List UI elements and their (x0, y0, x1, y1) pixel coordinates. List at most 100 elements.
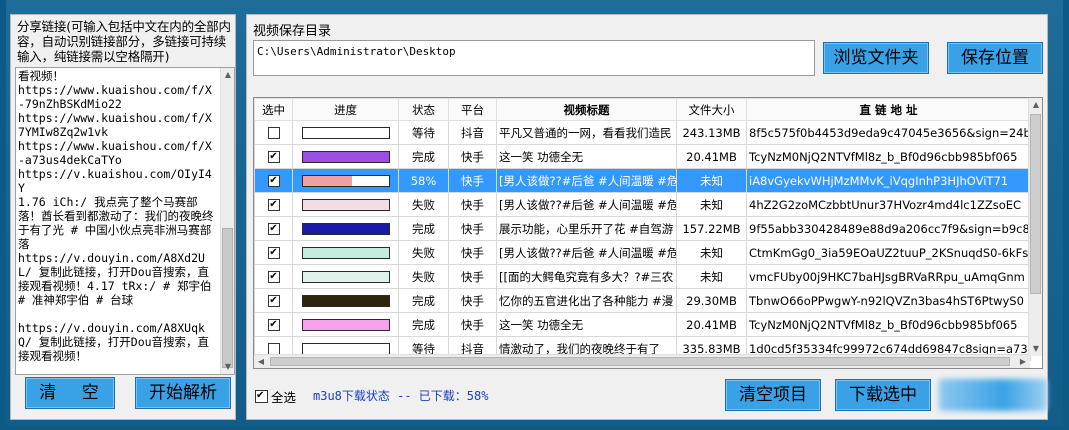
row-size: 29.30MB (676, 288, 747, 313)
share-link-panel: 分享链接(可输入包括中文在内的全部内容，自动识别链接部分，多链接可持续输入，纯链… (10, 14, 236, 420)
checkbox-checked-icon[interactable]: ✔ (267, 247, 280, 259)
progress-bar (301, 247, 390, 259)
scroll-thumb[interactable] (270, 357, 1010, 366)
scroll-down-icon[interactable]: ▼ (221, 360, 234, 374)
table-horizontal-scrollbar[interactable]: ◀ ▶ (254, 354, 1030, 368)
row-select-cell[interactable] (254, 120, 293, 145)
download-panel: 视频保存目录 C:\Users\Administrator\Desktop 浏览… (246, 14, 1048, 420)
browse-folder-button[interactable]: 浏览文件夹 (823, 42, 929, 74)
table-row[interactable]: ✔ 完成 快手 忆你的五官进化出了各种能力 #漫 29.30MB TbnwO66oPPwg… (254, 288, 1031, 313)
table-row[interactable]: ✔ 完成 快手 这一笑 功德全无 20.41MB TcyNzM0NjQ2NTVfMl8z_… (254, 144, 1031, 169)
row-progress-cell (292, 288, 399, 313)
row-size: 243.13MB (676, 120, 747, 145)
table-row[interactable]: ✔ 58% 快手 [男人该做??#后爸 #人间温暖 #危 未知 iA8vGyekvWHjM… (254, 168, 1031, 193)
row-title: [男人该做??#后爸 #人间温暖 #危 (496, 192, 677, 217)
row-progress-cell (292, 192, 399, 217)
table-row[interactable]: ✔ 完成 快手 展示功能，心里乐开了花 #自驾游 157.22MB 9f55abb3304… (254, 216, 1031, 241)
share-link-scrollbar[interactable]: ▲ ▼ (220, 68, 234, 374)
row-title: [[面的大鳄龟究竟有多大？?#三农 (496, 264, 677, 289)
table-row[interactable]: ✔ 失败 快手 [男人该做??#后爸 #人间温暖 #危 未知 4hZ2G2zoMCzbbt… (254, 192, 1031, 217)
scroll-down-icon[interactable]: ▼ (1029, 342, 1042, 356)
progress-fill (302, 320, 389, 330)
col-header-url[interactable]: 直 链 地 址 (746, 98, 1031, 121)
scroll-up-icon[interactable]: ▲ (1029, 98, 1042, 112)
row-platform: 快手 (448, 240, 497, 265)
row-progress-cell (292, 312, 399, 337)
row-select-cell[interactable]: ✔ (254, 192, 293, 217)
row-status: 完成 (398, 144, 449, 169)
progress-bar (301, 151, 390, 163)
clear-button[interactable]: 清 空 (25, 377, 115, 409)
row-title: [男人该做??#后爸 #人间温暖 #危 (496, 240, 677, 265)
clear-items-button[interactable]: 清空项目 (725, 379, 821, 411)
row-select-cell[interactable]: ✔ (254, 168, 293, 193)
start-parse-button[interactable]: 开始解析 (135, 377, 231, 409)
row-select-cell[interactable]: ✔ (254, 288, 293, 313)
checkbox-checked-icon[interactable]: ✔ (267, 223, 280, 235)
row-status: 失败 (398, 264, 449, 289)
select-all-label: 全选 (271, 390, 297, 405)
table-vertical-scrollbar[interactable]: ▲ ▼ (1028, 98, 1042, 356)
download-selected-button[interactable]: 下载选中 (835, 379, 931, 411)
table-header-row: 选中 进度 状态 平台 视频标题 文件大小 直 链 地 址 (254, 98, 1031, 121)
row-progress-cell (292, 120, 399, 145)
col-header-progress[interactable]: 进度 (292, 98, 399, 121)
table-row[interactable]: 等待 抖音 平凡又普通的一网，看看我们造民 243.13MB 8f5c575f0b445… (254, 120, 1031, 145)
row-status: 完成 (398, 288, 449, 313)
checkbox-unchecked-icon[interactable] (267, 127, 280, 139)
col-header-size[interactable]: 文件大小 (676, 98, 747, 121)
row-status: 完成 (398, 312, 449, 337)
save-location-button[interactable]: 保存位置 (947, 42, 1043, 74)
progress-bar (301, 175, 390, 187)
row-title: 展示功能，心里乐开了花 #自驾游 (496, 216, 677, 241)
checkbox-checked-icon[interactable]: ✔ (267, 175, 280, 187)
save-path-input[interactable]: C:\Users\Administrator\Desktop (253, 40, 815, 76)
checkbox-checked-icon[interactable]: ✔ (255, 390, 268, 403)
row-url: 9f55abb330428489e88d9a206cc7f9&sign=b9c8 (746, 216, 1031, 241)
share-link-textarea[interactable]: 看视频！ https://www.kuaishou.com/f/X-79nZhB… (15, 67, 235, 375)
blurred-button[interactable] (939, 379, 1047, 411)
progress-fill (302, 152, 389, 162)
scroll-up-icon[interactable]: ▲ (221, 68, 234, 82)
row-progress-cell (292, 264, 399, 289)
row-platform: 快手 (448, 264, 497, 289)
checkbox-checked-icon[interactable]: ✔ (267, 199, 280, 211)
row-select-cell[interactable]: ✔ (254, 240, 293, 265)
progress-fill (302, 296, 389, 306)
scroll-right-icon[interactable]: ▶ (1016, 355, 1030, 368)
row-select-cell[interactable]: ✔ (254, 144, 293, 169)
scroll-thumb[interactable] (1030, 114, 1041, 294)
row-url: CtmKmGg0_3ia59EOaUZ2tuuP_2KSnuqdS0-6kFsa (746, 240, 1031, 265)
col-header-platform[interactable]: 平台 (448, 98, 497, 121)
col-header-status[interactable]: 状态 (398, 98, 449, 121)
row-platform: 快手 (448, 216, 497, 241)
col-header-title[interactable]: 视频标题 (496, 98, 677, 121)
row-progress-cell (292, 144, 399, 169)
progress-fill (302, 272, 389, 282)
checkbox-checked-icon[interactable]: ✔ (267, 319, 280, 331)
row-title: 忆你的五官进化出了各种能力 #漫 (496, 288, 677, 313)
scroll-left-icon[interactable]: ◀ (254, 355, 268, 368)
row-title: 这一笑 功德全无 (496, 312, 677, 337)
col-header-select[interactable]: 选中 (254, 98, 293, 121)
select-all-checkbox[interactable]: ✔ 全选 (255, 387, 296, 406)
progress-bar (301, 295, 390, 307)
table-row[interactable]: ✔ 完成 快手 这一笑 功德全无 20.41MB TcyNzM0NjQ2NTVfMl8z_… (254, 312, 1031, 337)
row-select-cell[interactable]: ✔ (254, 312, 293, 337)
row-select-cell[interactable]: ✔ (254, 264, 293, 289)
row-size: 未知 (676, 264, 747, 289)
row-status: 失败 (398, 192, 449, 217)
checkbox-checked-icon[interactable]: ✔ (267, 151, 280, 163)
table-row[interactable]: ✔ 失败 快手 [男人该做??#后爸 #人间温暖 #危 未知 CtmKmGg0_3ia59… (254, 240, 1031, 265)
table-row[interactable]: ✔ 失败 快手 [[面的大鳄龟究竟有多大？?#三农 未知 vmcFUby00j9HKC7b… (254, 264, 1031, 289)
progress-fill (302, 176, 353, 186)
download-status-text: m3u8下载状态 -- 已下载：58% (313, 389, 489, 403)
checkbox-checked-icon[interactable]: ✔ (267, 271, 280, 283)
checkbox-checked-icon[interactable]: ✔ (267, 295, 280, 307)
save-directory-label: 视频保存目录 (253, 24, 332, 39)
row-size: 未知 (676, 240, 747, 265)
scroll-thumb[interactable] (222, 228, 233, 368)
share-link-text[interactable]: 看视频！ https://www.kuaishou.com/f/X-79nZhB… (16, 68, 219, 364)
row-title: 这一笑 功德全无 (496, 144, 677, 169)
row-select-cell[interactable]: ✔ (254, 216, 293, 241)
